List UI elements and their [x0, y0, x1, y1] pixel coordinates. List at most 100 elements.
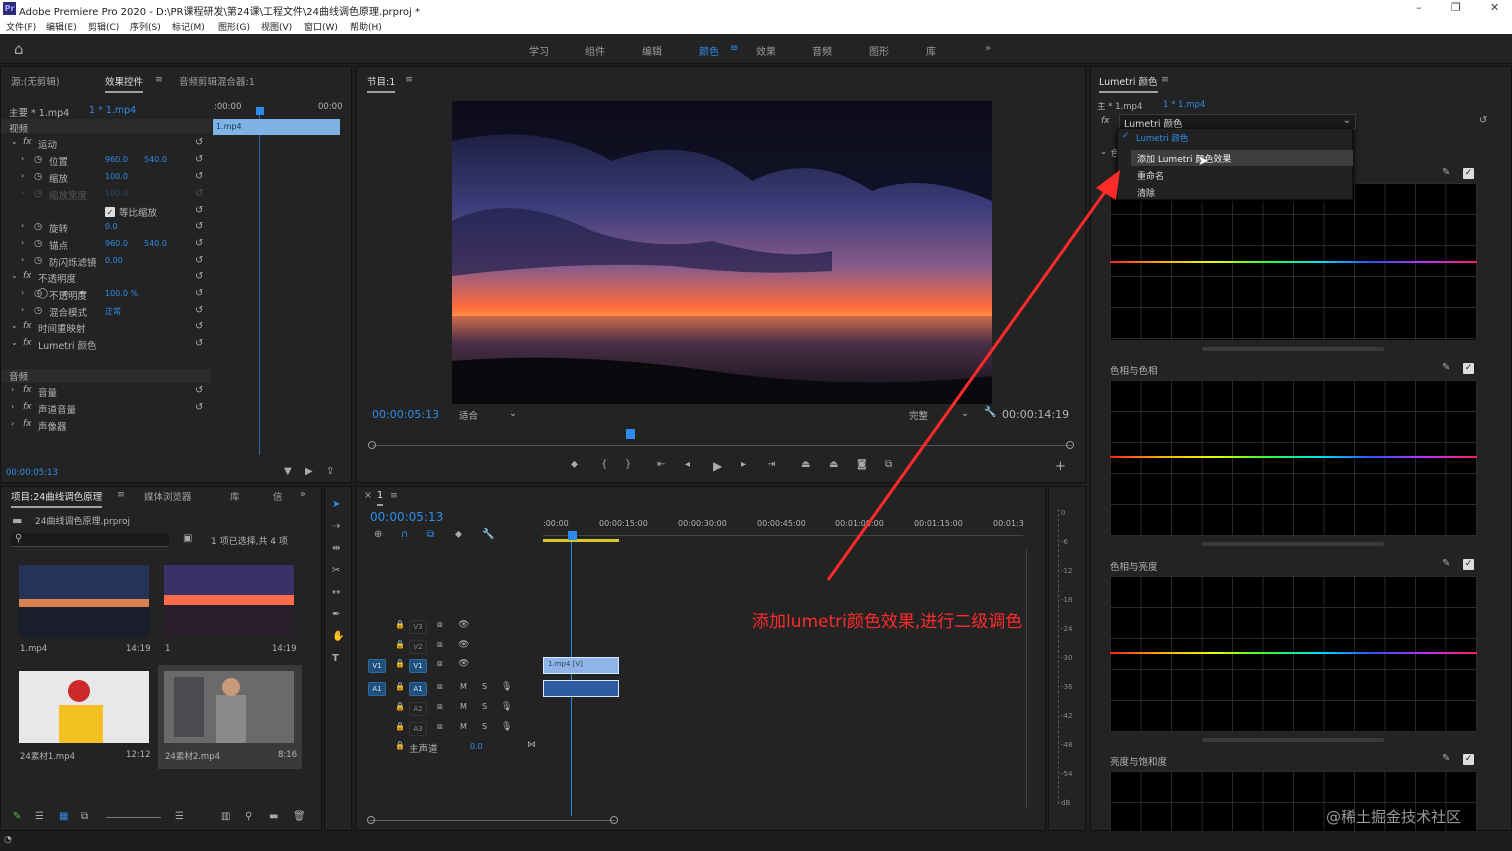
- ec-clip-bar[interactable]: 1.mp4: [213, 119, 340, 135]
- track-select-icon[interactable]: ⇢: [332, 521, 340, 532]
- enable-checkbox-3[interactable]: ✓: [1463, 559, 1474, 570]
- reset-icon[interactable]: ↺: [195, 305, 203, 316]
- project-search-input[interactable]: [11, 533, 169, 547]
- stopwatch-icon[interactable]: ◷: [34, 238, 42, 254]
- project-item-1[interactable]: [19, 565, 149, 637]
- effect-row-label[interactable]: Lumetri 颜色: [38, 338, 97, 354]
- workspace-menu-icon[interactable]: ≡: [730, 43, 738, 54]
- play-icon[interactable]: ▶: [713, 459, 722, 473]
- workspace-graphics[interactable]: 图形: [869, 43, 889, 58]
- source-patch-V1[interactable]: V1: [368, 659, 386, 673]
- enable-checkbox-2[interactable]: ✓: [1463, 363, 1474, 374]
- rect-mask-icon[interactable]: ▭: [59, 288, 68, 304]
- lock-icon[interactable]: 🔒: [395, 640, 405, 656]
- mark-out-icon[interactable]: }: [625, 459, 631, 470]
- step-back-icon[interactable]: ◂: [685, 459, 690, 470]
- sequence-menu-icon[interactable]: ≡: [390, 490, 398, 501]
- tl-scroll-right-handle[interactable]: [610, 816, 618, 824]
- step-forward-icon[interactable]: ▸: [741, 459, 746, 470]
- sort-icon[interactable]: ☰: [175, 811, 184, 822]
- add-marker-tl-icon[interactable]: ⬥: [455, 529, 462, 540]
- sync-lock-icon[interactable]: ⧈: [437, 722, 443, 738]
- reset-icon[interactable]: ↺: [195, 288, 203, 299]
- property-chevron-icon[interactable]: ›: [21, 255, 24, 271]
- audio-effect-label[interactable]: 音量: [38, 385, 57, 401]
- fx-chevron-icon[interactable]: ⌄: [11, 271, 18, 287]
- find-icon[interactable]: ⚲: [245, 811, 252, 822]
- property-chevron-icon[interactable]: ›: [21, 171, 24, 187]
- effect-row-label[interactable]: 时间重映射: [38, 321, 86, 337]
- lift-icon[interactable]: ⏏: [801, 459, 810, 470]
- lumetri-reset-icon[interactable]: ↺: [1479, 115, 1487, 126]
- fx-chevron-icon[interactable]: ›: [11, 402, 14, 418]
- enable-checkbox-1[interactable]: ✓: [1463, 168, 1474, 179]
- track-label[interactable]: V2: [409, 640, 427, 654]
- fit-chevron-icon[interactable]: ⌄: [509, 408, 517, 424]
- property-value-1[interactable]: 960.0: [105, 155, 128, 171]
- tab-source[interactable]: 源:(无剪辑): [11, 74, 60, 88]
- property-value-1[interactable]: 100.0: [105, 172, 128, 188]
- ripple-edit-icon[interactable]: ⇹: [332, 543, 340, 554]
- solo-icon[interactable]: S: [482, 682, 487, 698]
- sync-lock-icon[interactable]: ⧈: [437, 682, 443, 698]
- eye-icon[interactable]: 👁: [458, 659, 469, 675]
- tab-effect-controls[interactable]: 效果控件: [105, 74, 144, 93]
- tab-info[interactable]: 信: [273, 489, 283, 503]
- mark-in-icon[interactable]: {: [601, 459, 607, 470]
- fit-dropdown[interactable]: 适合: [459, 408, 478, 424]
- track-label[interactable]: V1: [409, 659, 427, 673]
- property-value-1[interactable]: 100.0: [105, 189, 128, 205]
- sequence-tab[interactable]: 1: [377, 490, 384, 506]
- play-audio-icon[interactable]: ▶: [305, 466, 313, 477]
- eyedropper-icon-4[interactable]: ✎: [1442, 753, 1450, 764]
- work-area-bar[interactable]: [543, 539, 619, 542]
- automate-icon[interactable]: ▥: [221, 811, 230, 822]
- stopwatch-icon[interactable]: ◷: [34, 305, 42, 321]
- effect-row-label[interactable]: 运动: [38, 137, 57, 153]
- menu-item-rename[interactable]: 重命名: [1137, 169, 1164, 182]
- workspace-effects[interactable]: 效果: [756, 43, 776, 58]
- timeline-timecode[interactable]: 00:00:05:13: [370, 510, 443, 526]
- sync-lock-icon[interactable]: ⧈: [437, 702, 443, 718]
- timeline-playhead[interactable]: [568, 531, 577, 540]
- menu-edit[interactable]: 编辑(E): [46, 20, 77, 33]
- program-playhead[interactable]: [626, 429, 635, 439]
- lumetri-menu-icon[interactable]: ≡: [1161, 74, 1169, 85]
- freeform-view-icon[interactable]: ⧉: [81, 811, 88, 822]
- reset-icon[interactable]: ↺: [195, 321, 203, 332]
- tab-project[interactable]: 项目:24曲线调色原理: [11, 489, 103, 508]
- effect-row-label[interactable]: 不透明度: [38, 271, 76, 287]
- menu-clip[interactable]: 剪辑(C): [88, 20, 119, 33]
- minimize-icon[interactable]: –: [1416, 1, 1422, 14]
- lock-icon[interactable]: 🔒: [395, 682, 405, 698]
- stopwatch-icon[interactable]: ◷: [34, 221, 42, 237]
- property-value-2[interactable]: 540.0: [144, 155, 167, 171]
- project-item-2[interactable]: [164, 565, 294, 637]
- lock-icon[interactable]: 🔒: [395, 741, 405, 757]
- stopwatch-icon[interactable]: ◷: [34, 171, 42, 187]
- program-timecode[interactable]: 00:00:05:13: [372, 408, 439, 424]
- property-value-2[interactable]: 540.0: [144, 239, 167, 255]
- reset-icon[interactable]: ↺: [195, 205, 203, 216]
- hand-icon[interactable]: ✋: [332, 631, 344, 642]
- list-view-icon[interactable]: ☰: [35, 811, 44, 822]
- panel-menu-icon[interactable]: ≡: [155, 74, 163, 85]
- audio-clip[interactable]: [543, 680, 619, 697]
- track-label[interactable]: A2: [409, 702, 427, 716]
- fx-chevron-icon[interactable]: ⌄: [11, 321, 18, 337]
- go-to-out-icon[interactable]: ⇥: [767, 459, 775, 470]
- close-sequence-icon[interactable]: ×: [364, 490, 372, 501]
- reset-icon[interactable]: ↺: [195, 137, 203, 148]
- menu-item-checked[interactable]: Lumetri 颜色: [1136, 132, 1188, 144]
- ec-playhead[interactable]: [256, 107, 264, 115]
- eyedropper-icon-1[interactable]: ✎: [1442, 167, 1450, 178]
- filter-icon[interactable]: ▼: [284, 466, 292, 477]
- linked-selection-icon[interactable]: ⧉: [427, 529, 434, 540]
- add-marker-icon[interactable]: ⬥: [571, 459, 578, 470]
- sync-lock-icon[interactable]: ⧈: [437, 640, 443, 656]
- audio-effect-label[interactable]: 声像器: [38, 419, 67, 435]
- fx-chevron-icon[interactable]: ⌄: [11, 338, 18, 354]
- lock-icon[interactable]: 🔒: [395, 702, 405, 718]
- tl-scroll-left-handle[interactable]: [367, 816, 375, 824]
- ellipse-mask-icon[interactable]: ◯: [37, 288, 48, 304]
